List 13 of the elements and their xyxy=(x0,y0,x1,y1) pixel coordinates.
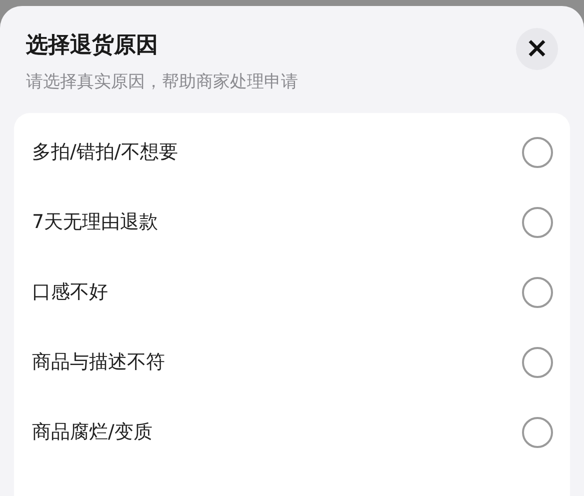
reason-label[interactable]: 商品腐烂/变质 xyxy=(32,419,152,445)
radio-button[interactable] xyxy=(522,136,553,168)
reason-label[interactable]: 口感不好 xyxy=(32,279,108,305)
sheet-title: 选择退货原因 xyxy=(26,32,158,60)
reason-label[interactable]: 多拍/错拍/不想要 xyxy=(32,139,178,165)
reason-label[interactable]: 7天无理由退款 xyxy=(32,209,158,235)
close-button[interactable]: × xyxy=(516,28,558,70)
radio-button[interactable] xyxy=(522,346,553,378)
radio-button[interactable] xyxy=(522,416,553,448)
sheet-subtitle: 请选择真实原因，帮助商家处理申请 xyxy=(25,71,299,93)
radio-button[interactable] xyxy=(522,206,553,238)
reason-label[interactable]: 商品与描述不符 xyxy=(32,349,165,375)
radio-button[interactable] xyxy=(522,276,553,308)
